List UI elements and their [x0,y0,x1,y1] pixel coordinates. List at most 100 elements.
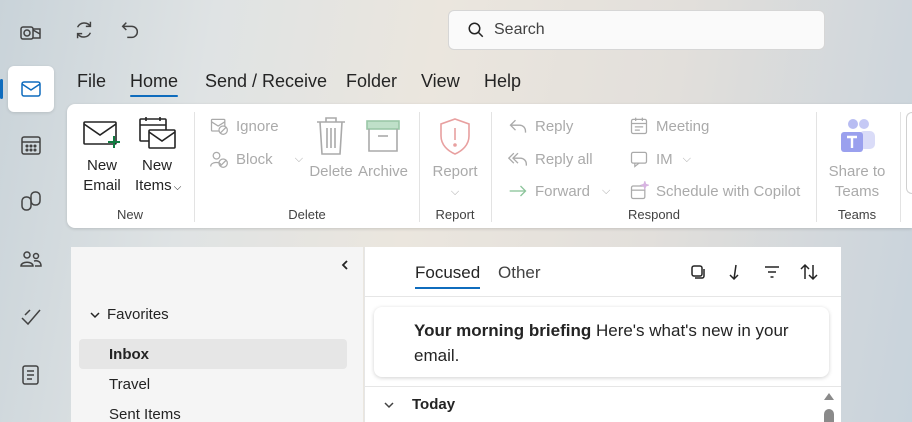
new-items-icon [139,117,176,149]
morning-briefing-card[interactable]: Your morning briefing Here's what's new … [374,307,829,377]
archive-icon [366,120,400,152]
tab-other[interactable]: Other [498,263,541,283]
tab-home[interactable]: Home [130,71,179,97]
sort-icon [800,263,818,281]
share-to-teams-label: Share to Teams [828,163,886,200]
schedule-with-copilot-label: Schedule with Copilot [656,182,801,200]
reply-icon [509,119,527,133]
forward-icon [509,185,527,197]
ignore-label: Ignore [236,117,279,135]
new-items-label: New Items ⌵ [135,157,182,194]
arrow-down-icon [729,264,739,281]
chevron-down-icon: ⌵ [294,152,304,165]
filter-icon [765,266,779,278]
briefing-title: Your morning briefing [414,321,592,340]
scroll-up-arrow-icon[interactable] [823,391,835,401]
calendar-icon[interactable] [8,122,54,168]
search-placeholder: Search [494,21,545,38]
block-button[interactable]: Block ⌵ [209,147,303,171]
sort-button[interactable] [798,262,820,282]
group-header-today[interactable]: Today [383,396,455,413]
meeting-label: Meeting [656,117,710,135]
list-divider [364,386,841,387]
group-label-teams: Teams [837,207,877,222]
chat-icon [630,151,648,168]
ribbon: New Email New Items ⌵ New Ignore Block ⌵ … [67,104,912,228]
favorites-label: Favorites [107,306,169,323]
tab-file[interactable]: File [77,71,106,92]
chevron-down-icon [90,311,100,318]
report-label: Report [432,163,478,180]
ribbon-overflow-edge [906,112,912,194]
meeting-button[interactable]: Meeting [629,114,709,138]
chevron-down-icon: ⌵ [602,184,611,197]
tab-focused[interactable]: Focused [415,263,481,289]
outlook-app-icon[interactable] [8,10,54,56]
delete-button[interactable]: Delete [308,116,354,182]
folder-inbox[interactable]: Inbox [79,339,347,369]
ribbon-divider [816,112,817,222]
schedule-with-copilot-button[interactable]: Schedule with Copilot [629,179,800,203]
search-icon [468,22,484,38]
meeting-icon [630,117,648,135]
reply-label: Reply [535,117,574,135]
tab-send-receive[interactable]: Send / Receive [205,71,327,92]
undo-icon[interactable] [116,16,144,44]
tab-view[interactable]: View [421,71,460,92]
report-button[interactable]: Report ⌵ [430,116,480,202]
scrollbar-thumb[interactable] [824,409,834,422]
delete-label: Delete [309,163,353,180]
im-button[interactable]: IM ⌵ [629,147,691,171]
group-label-new: New [116,207,143,222]
copilot-icon[interactable] [8,178,54,224]
select-mode-button[interactable] [687,262,709,282]
sort-direction-button[interactable] [724,262,746,282]
reply-button[interactable]: Reply [508,114,573,138]
new-items-button[interactable]: New Items ⌵ [135,116,182,198]
new-email-button[interactable]: New Email [81,116,123,196]
group-label-delete: Delete [288,207,326,222]
filter-button[interactable] [761,262,783,282]
collapse-pane-button[interactable] [336,256,354,274]
tab-help[interactable]: Help [484,71,521,92]
trash-icon [317,117,345,155]
group-label-respond: Respond [627,207,681,222]
select-icon [691,265,705,279]
folder-sent-items[interactable]: Sent Items [79,399,347,422]
chevron-down-icon: ⌵ [450,186,460,198]
search-box[interactable]: Search [448,10,825,50]
todo-icon[interactable] [8,294,54,340]
ignore-button[interactable]: Ignore [209,114,279,138]
notes-icon[interactable] [8,352,54,398]
folder-travel[interactable]: Travel [79,369,347,399]
folder-label: Inbox [109,345,149,363]
menu-bar: File Home Send / Receive Folder View Hel… [62,60,912,104]
tab-folder[interactable]: Folder [346,71,397,92]
folder-label: Travel [109,375,151,393]
folder-label: Sent Items [109,405,181,422]
forward-button[interactable]: Forward ⌵ [508,179,610,203]
block-label: Block [236,150,273,168]
sync-icon[interactable] [70,16,98,44]
new-email-label: New Email [83,157,121,194]
ignore-icon [210,118,228,135]
reply-all-label: Reply all [535,150,593,168]
archive-label: Archive [357,163,409,180]
im-label: IM [656,150,673,168]
reply-all-button[interactable]: Reply all [508,147,593,171]
group-label-report: Report [435,207,475,222]
ribbon-divider [419,112,420,222]
share-to-teams-button[interactable]: Share to Teams [824,116,890,202]
group-header-label: Today [412,396,456,413]
chevron-left-icon [341,260,348,270]
calendar-sparkle-icon [630,181,649,200]
people-icon[interactable] [8,236,54,282]
ribbon-divider [491,112,492,222]
chevron-down-icon [384,401,394,408]
mail-icon[interactable] [0,66,54,112]
forward-label: Forward [535,182,591,200]
new-email-icon [83,121,120,148]
teams-icon [841,119,875,152]
favorites-header[interactable]: Favorites [89,306,169,323]
archive-button[interactable]: Archive [357,116,409,182]
